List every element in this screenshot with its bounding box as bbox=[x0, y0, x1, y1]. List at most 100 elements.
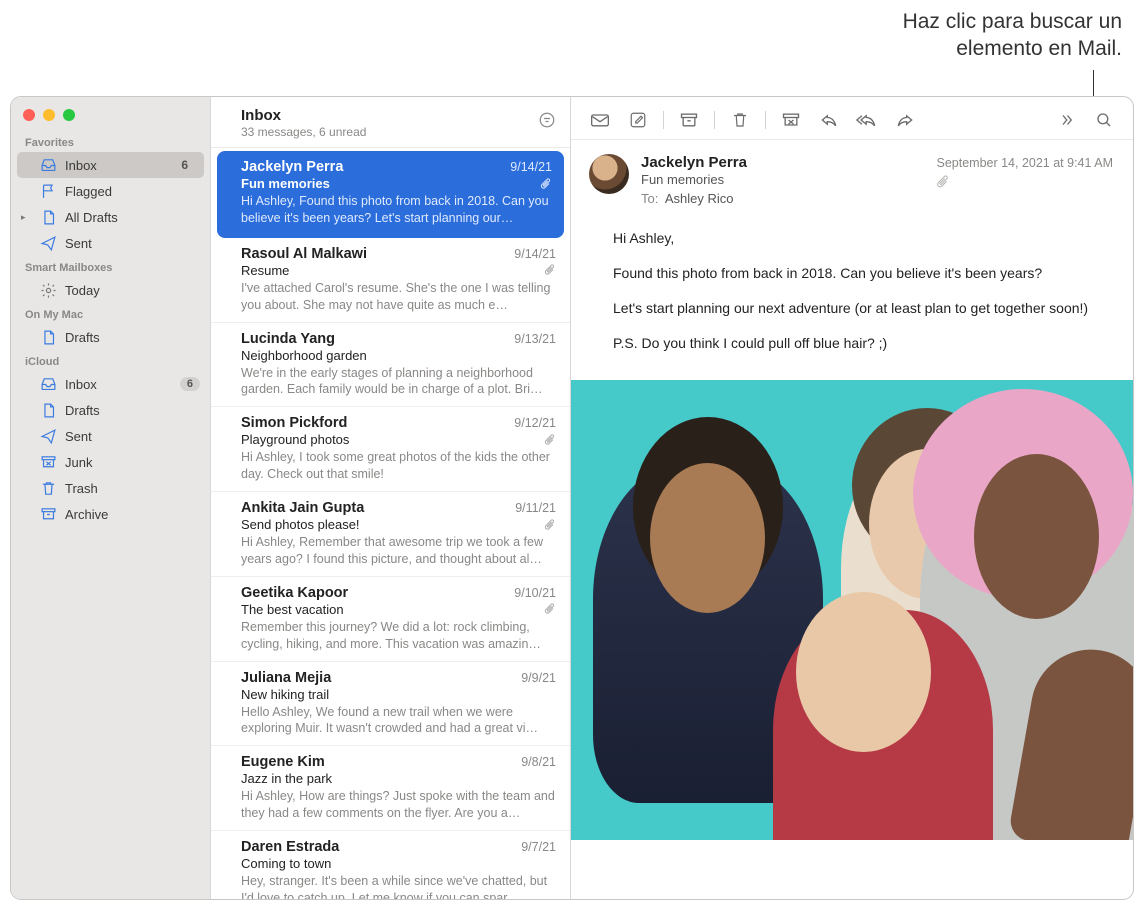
toolbar-separator bbox=[663, 111, 664, 129]
message-row[interactable]: Simon Pickford 9/12/21 Playground photos Hi… bbox=[211, 407, 570, 492]
message-body: Hi Ashley,Found this photo from back in … bbox=[571, 210, 1133, 372]
sidebar-section-header: Favorites bbox=[11, 131, 210, 152]
sidebar-item-inbox[interactable]: Inbox 6 bbox=[11, 371, 210, 397]
callout-line2: elemento en Mail. bbox=[722, 35, 1122, 62]
message-date: 9/14/21 bbox=[514, 247, 556, 261]
message-preview: Hello Ashley, We found a new trail when … bbox=[241, 704, 556, 738]
compose-button[interactable] bbox=[621, 107, 655, 133]
sidebar-item-label: Flagged bbox=[65, 184, 112, 199]
search-button[interactable] bbox=[1087, 107, 1121, 133]
sender-avatar bbox=[589, 154, 629, 194]
sidebar-item-sent[interactable]: Sent bbox=[11, 230, 210, 256]
sidebar-item-label: Archive bbox=[65, 507, 108, 522]
delete-button[interactable] bbox=[723, 107, 757, 133]
gear-icon bbox=[39, 281, 57, 299]
sidebar-item-label: All Drafts bbox=[65, 210, 118, 225]
message-row[interactable]: Ankita Jain Gupta9/11/21Send photos plea… bbox=[211, 492, 570, 577]
reply-button[interactable] bbox=[812, 107, 846, 133]
message-preview: Hi Ashley, Found this photo from back in… bbox=[241, 193, 552, 227]
reply-all-button[interactable] bbox=[850, 107, 884, 133]
sidebar-item-drafts[interactable]: Drafts bbox=[11, 397, 210, 423]
inbox-icon bbox=[39, 375, 57, 393]
message-date: 9/7/21 bbox=[521, 840, 556, 854]
minimize-window-button[interactable] bbox=[43, 109, 55, 121]
filter-icon[interactable] bbox=[538, 111, 556, 129]
message-date: 9/10/21 bbox=[514, 586, 556, 600]
sidebar-item-flagged[interactable]: Flagged bbox=[11, 178, 210, 204]
sidebar-item-label: Sent bbox=[65, 236, 92, 251]
message-subject: Send photos please! bbox=[241, 517, 360, 532]
sidebar-item-all-drafts[interactable]: ▸ All Drafts bbox=[11, 204, 210, 230]
message-preview: Hi Ashley, I took some great photos of t… bbox=[241, 449, 556, 483]
close-window-button[interactable] bbox=[23, 109, 35, 121]
fullscreen-window-button[interactable] bbox=[63, 109, 75, 121]
paperclip-icon bbox=[544, 433, 556, 447]
message-date: 9/12/21 bbox=[514, 416, 556, 430]
attachment-icon[interactable] bbox=[936, 174, 1113, 190]
message-row[interactable]: Rasoul Al Malkawi 9/14/21 Resume I've attac… bbox=[211, 238, 570, 323]
message-preview: I've attached Carol's resume. She's the … bbox=[241, 280, 556, 314]
message-sender: Rasoul Al Malkawi bbox=[241, 246, 367, 262]
sidebar-item-label: Today bbox=[65, 283, 100, 298]
forward-button[interactable] bbox=[888, 107, 922, 133]
header-subject: Fun memories bbox=[641, 172, 924, 187]
help-callout: Haz clic para buscar un elemento en Mail… bbox=[722, 8, 1122, 63]
message-date: 9/9/21 bbox=[521, 671, 556, 685]
message-sender: Simon Pickford bbox=[241, 415, 347, 431]
sidebar-item-inbox[interactable]: Inbox6 bbox=[17, 152, 204, 178]
count-badge: 6 bbox=[180, 377, 200, 391]
message-sender: Jackelyn Perra bbox=[241, 159, 343, 175]
message-row[interactable]: Daren Estrada9/7/21Coming to townHey, st… bbox=[211, 831, 570, 900]
message-row[interactable]: Geetika Kapoor 9/10/21 The best vacation Re… bbox=[211, 577, 570, 662]
sidebar-item-drafts[interactable]: Drafts bbox=[11, 324, 210, 350]
toolbar-separator bbox=[765, 111, 766, 129]
more-button[interactable] bbox=[1049, 107, 1083, 133]
to-name: Ashley Rico bbox=[665, 191, 734, 206]
sidebar-item-label: Drafts bbox=[65, 403, 100, 418]
content-toolbar bbox=[571, 97, 1133, 140]
sidebar-item-archive[interactable]: Archive bbox=[11, 501, 210, 527]
sidebar-section-header: iCloud bbox=[11, 350, 210, 371]
sidebar-section-header: On My Mac bbox=[11, 303, 210, 324]
message-sender: Geetika Kapoor bbox=[241, 585, 348, 601]
junk-icon bbox=[39, 453, 57, 471]
sidebar-item-today[interactable]: Today bbox=[11, 277, 210, 303]
send-icon bbox=[39, 427, 57, 445]
message-list-pane: Inbox 33 messages, 6 unread Jackelyn Per… bbox=[211, 97, 571, 899]
message-list-header: Inbox 33 messages, 6 unread bbox=[211, 97, 570, 148]
sidebar-item-label: Inbox bbox=[65, 158, 97, 173]
send-icon bbox=[39, 234, 57, 252]
inbox-icon bbox=[39, 156, 57, 174]
doc-icon bbox=[39, 208, 57, 226]
archive-button[interactable] bbox=[672, 107, 706, 133]
doc-icon bbox=[39, 401, 57, 419]
message-preview: We're in the early stages of planning a … bbox=[241, 365, 556, 399]
message-row[interactable]: Jackelyn Perra9/14/21Fun memoriesHi Ashl… bbox=[217, 151, 564, 238]
message-row[interactable]: Eugene Kim9/8/21Jazz in the parkHi Ashle… bbox=[211, 746, 570, 831]
message-preview: Remember this journey? We did a lot: roc… bbox=[241, 619, 556, 653]
sidebar: Favorites Inbox 6 Flagged ▸ All Drafts Sent Sma… bbox=[11, 97, 211, 899]
message-sender: Eugene Kim bbox=[241, 754, 325, 770]
sidebar-item-sent[interactable]: Sent bbox=[11, 423, 210, 449]
message-row[interactable]: Juliana Mejia9/9/21New hiking trailHello… bbox=[211, 662, 570, 747]
junk-button[interactable] bbox=[774, 107, 808, 133]
paperclip-icon bbox=[544, 518, 556, 532]
message-row[interactable]: Lucinda Yang9/13/21Neighborhood gardenWe… bbox=[211, 323, 570, 408]
sidebar-section-header: Smart Mailboxes bbox=[11, 256, 210, 277]
message-subject: The best vacation bbox=[241, 602, 344, 617]
sidebar-item-trash[interactable]: Trash bbox=[11, 475, 210, 501]
disclosure-icon[interactable]: ▸ bbox=[21, 212, 26, 223]
body-paragraph: Let's start planning our next adventure … bbox=[613, 298, 1109, 319]
paperclip-icon bbox=[544, 602, 556, 616]
message-date: 9/13/21 bbox=[514, 332, 556, 346]
header-date: September 14, 2021 at 9:41 AM bbox=[936, 156, 1113, 170]
message-subject: Resume bbox=[241, 263, 289, 278]
attached-photo[interactable] bbox=[571, 380, 1133, 840]
message-date: 9/14/21 bbox=[510, 160, 552, 174]
sidebar-item-label: Inbox bbox=[65, 377, 97, 392]
sidebar-item-junk[interactable]: Junk bbox=[11, 449, 210, 475]
message-subject: Playground photos bbox=[241, 432, 349, 447]
sidebar-item-label: Sent bbox=[65, 429, 92, 444]
mark-read-button[interactable] bbox=[583, 107, 617, 133]
message-sender: Lucinda Yang bbox=[241, 331, 335, 347]
